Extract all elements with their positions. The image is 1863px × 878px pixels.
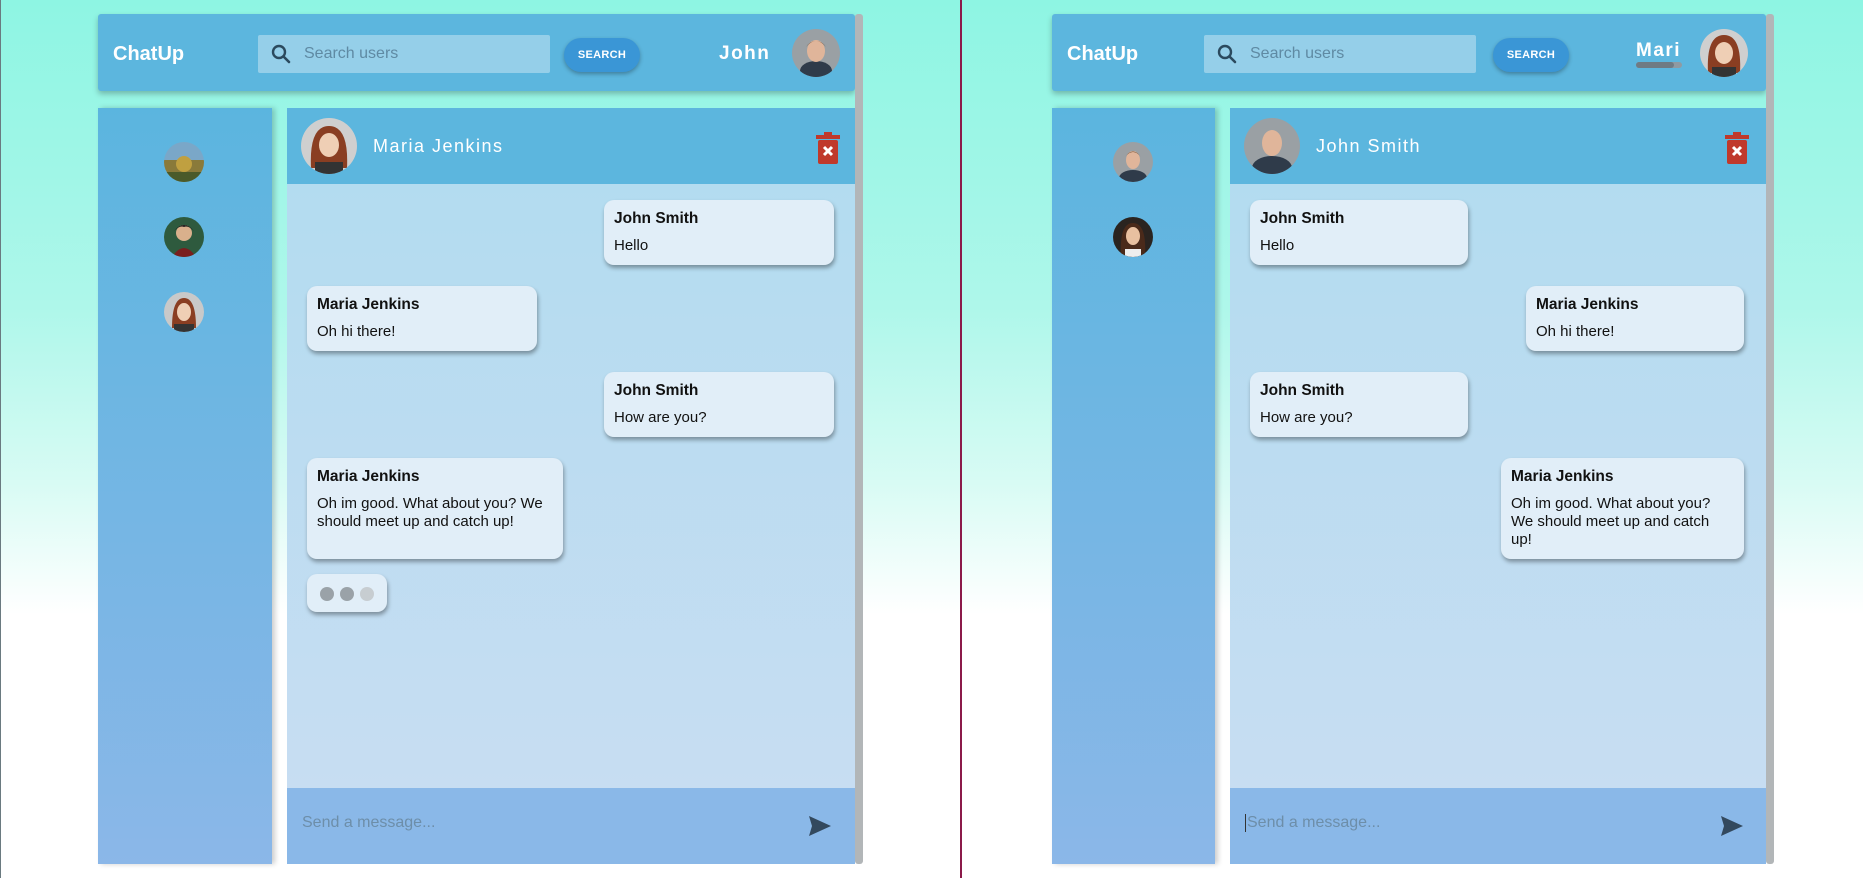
message-bubble-received: John Smith How are you? bbox=[1250, 372, 1468, 437]
brand-logo: ChatUp bbox=[1067, 43, 1139, 65]
scrollbar[interactable] bbox=[1766, 14, 1774, 864]
scrollbar[interactable] bbox=[855, 14, 863, 864]
message-text: Oh im good. What about you? We should me… bbox=[1511, 495, 1711, 548]
message-text: Oh hi there! bbox=[317, 323, 396, 340]
current-username: Mari bbox=[1636, 40, 1682, 61]
message-sender: Maria Jenkins bbox=[317, 468, 420, 485]
contact-avatar bbox=[301, 118, 357, 174]
typing-indicator bbox=[307, 574, 387, 612]
message-sender: Maria Jenkins bbox=[317, 296, 420, 313]
current-username: John bbox=[719, 43, 771, 64]
contact-avatar-john[interactable] bbox=[1113, 142, 1153, 182]
message-input[interactable] bbox=[302, 814, 782, 832]
message-composer bbox=[1230, 788, 1766, 864]
contact-avatar-character[interactable] bbox=[164, 217, 204, 257]
search-box bbox=[258, 35, 550, 73]
message-sender: John Smith bbox=[614, 210, 699, 227]
conversation-panel: Maria Jenkins John Smith Hello Maria Jen… bbox=[287, 108, 855, 864]
message-list: John Smith Hello Maria Jenkins Oh hi the… bbox=[1230, 184, 1766, 788]
contact-name: Maria Jenkins bbox=[373, 136, 504, 156]
user-avatar[interactable] bbox=[792, 29, 840, 77]
message-bubble-received: John Smith Hello bbox=[1250, 200, 1468, 265]
message-text: How are you? bbox=[614, 409, 707, 426]
contact-avatar-woman[interactable] bbox=[1113, 217, 1153, 257]
message-bubble-received: Maria Jenkins Oh im good. What about you… bbox=[307, 458, 563, 559]
top-header: ChatUp SEARCH John bbox=[98, 14, 855, 91]
message-sender: John Smith bbox=[614, 382, 699, 399]
message-sender: Maria Jenkins bbox=[1536, 296, 1639, 313]
left-chat-window: ChatUp SEARCH John bbox=[0, 0, 960, 878]
message-sender: John Smith bbox=[1260, 382, 1345, 399]
conversation-header: Maria Jenkins bbox=[287, 108, 855, 184]
message-bubble-sent: John Smith How are you? bbox=[604, 372, 834, 437]
conversation-header: John Smith bbox=[1230, 108, 1766, 184]
send-icon[interactable] bbox=[1719, 814, 1745, 838]
message-list: John Smith Hello Maria Jenkins Oh hi the… bbox=[287, 184, 855, 788]
message-bubble-received: Maria Jenkins Oh hi there! bbox=[307, 286, 537, 351]
search-box bbox=[1204, 35, 1476, 73]
contact-name: John Smith bbox=[1316, 136, 1422, 156]
send-icon[interactable] bbox=[807, 814, 833, 838]
conversation-panel: John Smith John Smith Hello Maria Jenkin… bbox=[1230, 108, 1766, 864]
contact-avatar-maria[interactable] bbox=[164, 292, 204, 332]
search-button[interactable]: SEARCH bbox=[564, 38, 640, 72]
typing-dot bbox=[340, 587, 354, 601]
message-sender: Maria Jenkins bbox=[1511, 468, 1614, 485]
message-input[interactable] bbox=[1245, 814, 1725, 832]
username-input-bar bbox=[1636, 62, 1682, 68]
typing-dot bbox=[360, 587, 374, 601]
search-input[interactable] bbox=[304, 45, 484, 63]
message-sender: John Smith bbox=[1260, 210, 1345, 227]
delete-conversation-icon[interactable] bbox=[815, 132, 841, 164]
contacts-sidebar bbox=[98, 108, 272, 864]
contact-avatar-landscape[interactable] bbox=[164, 142, 204, 182]
message-text: Oh im good. What about you? We should me… bbox=[317, 495, 543, 530]
typing-dot bbox=[320, 587, 334, 601]
user-avatar[interactable] bbox=[1700, 29, 1748, 77]
message-composer bbox=[287, 788, 855, 864]
brand-logo: ChatUp bbox=[113, 43, 185, 65]
message-bubble-sent: Maria Jenkins Oh im good. What about you… bbox=[1501, 458, 1744, 559]
search-button[interactable]: SEARCH bbox=[1493, 38, 1569, 72]
message-text: Hello bbox=[614, 237, 649, 254]
message-bubble-sent: John Smith Hello bbox=[604, 200, 834, 265]
delete-conversation-icon[interactable] bbox=[1724, 132, 1750, 164]
message-text: Hello bbox=[1260, 237, 1295, 254]
search-icon bbox=[1204, 44, 1250, 64]
search-input[interactable] bbox=[1250, 45, 1430, 63]
message-text: Oh hi there! bbox=[1536, 323, 1615, 340]
search-icon bbox=[258, 44, 304, 64]
right-chat-window: ChatUp SEARCH Mari bbox=[960, 0, 1863, 878]
top-header: ChatUp SEARCH Mari bbox=[1052, 14, 1766, 91]
message-bubble-sent: Maria Jenkins Oh hi there! bbox=[1526, 286, 1744, 351]
contact-avatar bbox=[1244, 118, 1300, 174]
username-input-fill bbox=[1636, 62, 1674, 68]
message-text: How are you? bbox=[1260, 409, 1353, 426]
contacts-sidebar bbox=[1052, 108, 1215, 864]
